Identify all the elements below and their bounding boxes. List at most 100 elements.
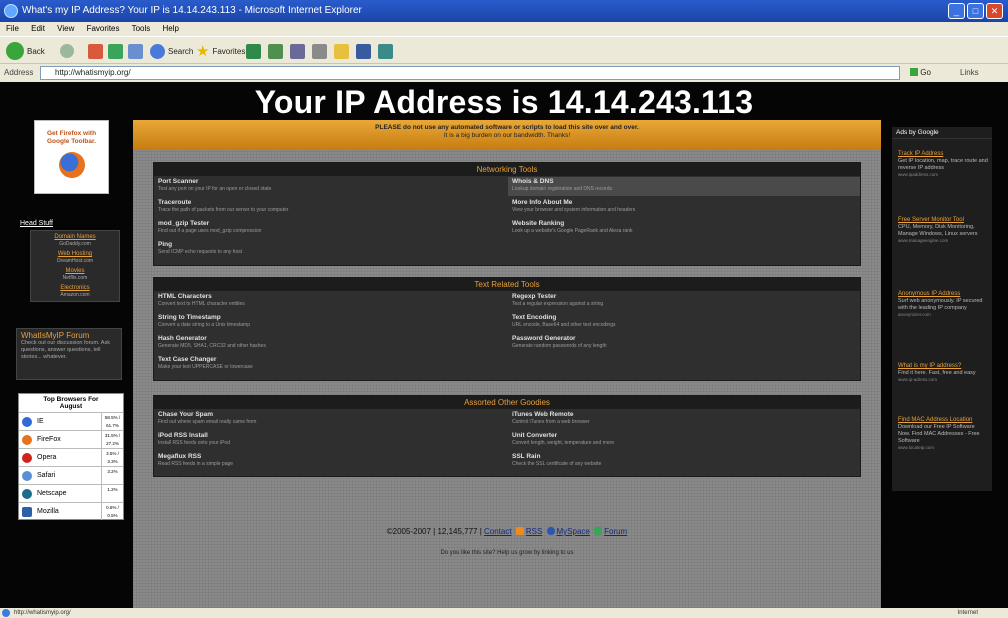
tool-link[interactable]: Text Encoding URL encode, Base64 and othe… <box>508 313 860 332</box>
history-button[interactable] <box>268 42 283 60</box>
sponsor-url: DreamHost.com <box>56 258 94 264</box>
myspace-link[interactable]: MySpace <box>557 527 590 536</box>
sponsor-link[interactable]: Domain Names <box>33 234 117 241</box>
minimize-button[interactable]: _ <box>948 3 965 19</box>
sponsor-link[interactable]: Movies <box>33 268 117 275</box>
browser-row: Mozilla 0.6% / 0.5% <box>19 502 123 520</box>
tool-link[interactable]: Hash Generator Generate MD5, SHA1, CRC32 … <box>154 334 506 353</box>
go-button[interactable]: Go <box>910 66 950 80</box>
firefox-promo-line2: Google Toolbar. <box>47 138 96 145</box>
tool-link[interactable]: iTunes Web Remote Control iTunes from a w… <box>508 410 860 429</box>
media-icon <box>246 43 261 59</box>
ad-block[interactable]: What is my IP address? Find it here. Fast… <box>898 363 988 383</box>
tool-link[interactable]: Regexp Tester Test a regular expression a… <box>508 292 860 311</box>
search-button[interactable]: Search <box>150 42 193 60</box>
edit-icon <box>334 43 349 59</box>
browser-share: 3.5% / 3.3% <box>101 449 123 466</box>
rss-icon <box>515 527 524 535</box>
sponsor-link[interactable]: Web Hosting <box>33 251 117 258</box>
sponsor-url: GoDaddy.com <box>59 241 91 247</box>
forum-icon <box>594 527 603 535</box>
address-input[interactable]: http://whatismyip.org/ <box>40 66 900 80</box>
contact-link[interactable]: Contact <box>484 527 512 536</box>
close-button[interactable]: ✕ <box>986 3 1003 19</box>
links-label[interactable]: Links <box>960 64 979 82</box>
messenger-button[interactable] <box>378 42 393 60</box>
stop-button[interactable] <box>88 42 103 60</box>
ip-headline: Your IP Address is 14.14.243.113 <box>254 84 754 120</box>
tool-link[interactable]: Port Scanner Test any port on your IP for… <box>154 177 506 196</box>
ad-block[interactable]: Track IP Address Get IP location, map, tr… <box>898 151 988 178</box>
maximize-button[interactable]: □ <box>967 3 984 19</box>
firefox-promo[interactable]: Get Firefox with Google Toolbar. <box>34 120 109 194</box>
tool-link[interactable]: Text Case Changer Make your text UPPERCAS… <box>154 355 506 374</box>
tool-link[interactable]: Website Ranking Look up a website's Googl… <box>508 219 860 238</box>
menu-favorites[interactable]: Favorites <box>87 24 120 33</box>
section-title: Networking Tools <box>154 163 860 176</box>
link-to-us-note: Do you like this site? Help us grow by l… <box>440 550 574 556</box>
bandwidth-notice: PLEASE do not use any automated software… <box>133 120 881 150</box>
refresh-button[interactable] <box>108 42 123 60</box>
mail-button[interactable] <box>290 42 305 60</box>
window-title: What's my IP Address? Your IP is 14.14.2… <box>22 5 362 16</box>
tool-link[interactable]: Password Generator Generate random passwo… <box>508 334 860 353</box>
section-title: Assorted Other Goodies <box>154 396 860 409</box>
ie-icon <box>22 417 32 427</box>
ad-block[interactable]: Free Server Monitor Tool CPU, Memory, Dis… <box>898 217 988 244</box>
sponsor-url: Netflix.com <box>62 275 88 281</box>
discuss-button[interactable] <box>356 42 371 60</box>
ad-block[interactable]: Anonymous IP Address Surf web anonymously… <box>898 291 988 318</box>
messenger-icon <box>378 43 393 59</box>
favorites-button[interactable]: ★ Favorites <box>196 42 245 60</box>
page-footer: ©2005-2007 | 12,145,777 | Contact RSS My… <box>133 527 881 536</box>
edit-button[interactable] <box>334 42 349 60</box>
tool-link[interactable]: mod_gzip Tester Find out if a page uses m… <box>154 219 506 238</box>
menu-file[interactable]: File <box>6 24 19 33</box>
tool-link[interactable]: String to Timestamp Convert a date string… <box>154 313 506 332</box>
menu-help[interactable]: Help <box>163 24 179 33</box>
tool-link[interactable]: More Info About Me View your browser and … <box>508 198 860 217</box>
forum-box[interactable]: WhatIsMyIP Forum Check out our discussio… <box>16 328 122 380</box>
ads-header[interactable]: Ads by Google <box>892 127 992 139</box>
forum-link[interactable]: Forum <box>604 527 627 536</box>
menu-edit[interactable]: Edit <box>31 24 45 33</box>
web-page: Your IP Address is 14.14.243.113 Get Fir… <box>0 82 1008 608</box>
tool-link[interactable]: Chase Your Spam Find out where spam email… <box>154 410 506 429</box>
status-bar: http://whatismyip.org/ Internet <box>0 608 1008 618</box>
rss-link[interactable]: RSS <box>526 527 542 536</box>
browser-row: Safari 3.2% <box>19 466 123 484</box>
browser-share: 31.5% / 27.2% <box>101 431 123 448</box>
main-content: PLEASE do not use any automated software… <box>133 120 881 608</box>
print-button[interactable] <box>312 42 327 60</box>
toolbar: Back Search ★ Favorites <box>0 36 1008 64</box>
tool-link[interactable]: SSL Rain Check the SSL certificate of any… <box>508 452 860 471</box>
tool-link[interactable]: iPod RSS Install Install RSS feeds onto y… <box>154 431 506 450</box>
forum-description: Check out our discussion forum. Ask ques… <box>21 340 110 360</box>
media-button[interactable] <box>246 42 261 60</box>
ad-block[interactable]: Find MAC Address Location Download our Fr… <box>898 417 988 451</box>
back-button[interactable]: Back <box>6 42 45 60</box>
tool-link[interactable]: Traceroute Trace the path of packets from… <box>154 198 506 217</box>
browser-share: 0.6% / 0.5% <box>101 503 123 520</box>
browser-share: 1.2% <box>101 485 123 502</box>
tool-link[interactable]: Whois & DNS Lookup domain registration an… <box>508 177 860 196</box>
mail-icon <box>290 43 305 59</box>
refresh-icon <box>108 43 123 59</box>
tool-link[interactable]: Ping Send ICMP echo requests to any host <box>154 240 506 259</box>
tool-link[interactable]: Megaflux RSS Read RSS feeds in a simple p… <box>154 452 506 471</box>
head-stuff-title[interactable]: Head Stuff <box>20 220 122 227</box>
home-button[interactable] <box>128 42 143 60</box>
sponsor-link[interactable]: Electronics <box>33 285 117 292</box>
menu-view[interactable]: View <box>57 24 74 33</box>
menu-tools[interactable]: Tools <box>132 24 151 33</box>
forward-button[interactable] <box>60 42 74 60</box>
other-goodies-panel: Assorted Other Goodies Chase Your Spam Fi… <box>153 395 861 477</box>
tool-link[interactable]: Unit Converter Convert length, weight, te… <box>508 431 860 450</box>
browser-row: Netscape 1.2% <box>19 484 123 502</box>
section-title: Text Related Tools <box>154 278 860 291</box>
forum-title[interactable]: WhatIsMyIP Forum <box>21 331 117 340</box>
tool-link[interactable]: HTML Characters Convert text to HTML char… <box>154 292 506 311</box>
safari-icon <box>22 471 32 481</box>
address-bar: Address http://whatismyip.org/ Go Links <box>0 64 1008 82</box>
networking-tools-panel: Networking Tools Port Scanner Test any po… <box>153 162 861 266</box>
